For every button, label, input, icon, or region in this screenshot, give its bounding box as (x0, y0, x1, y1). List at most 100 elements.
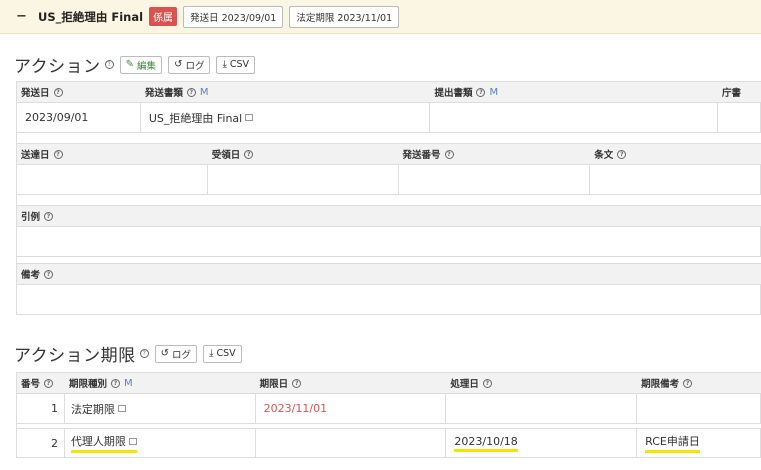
send-doc-header-label: 発送書類 (144, 88, 183, 99)
delivery-date-header-label: 送達日 (21, 150, 50, 161)
delivery-date-header: 送達日? (17, 147, 208, 161)
help-icon[interactable]: ? (482, 378, 492, 388)
done-date: 2023/10/18 (446, 429, 638, 457)
copy-icon[interactable] (128, 438, 137, 445)
help-icon[interactable]: ? (44, 378, 54, 388)
col-done-header: 処理日? (446, 376, 637, 390)
remarks-value-row (17, 285, 761, 315)
send-date-pill: 発送日 2023/09/01 (183, 5, 284, 28)
deadline-type[interactable]: 法定期限 (65, 394, 256, 423)
action-detail-grid: 発送日? 発送書類? M 提出書類? M 庁書 2023/09/01 US_拒絶理由… (16, 81, 761, 315)
article-header-label: 条文 (594, 150, 614, 161)
deadline-type-label[interactable]: 法定期限 (71, 401, 115, 417)
edit-button-label: 編集 (137, 60, 157, 72)
download-icon: ⤓ (209, 348, 214, 359)
send-date-header: 発送日? (17, 85, 141, 99)
highlighted-done-date: 2023/10/18 (454, 435, 518, 452)
col-number-header: 番号? (17, 376, 65, 390)
highlighted-note: RCE申請日 (645, 433, 700, 453)
delivery-date-value (17, 165, 208, 194)
submit-doc-header-label: 提出書類 (434, 88, 473, 99)
log-button[interactable]: ↺ ログ (168, 55, 211, 74)
help-icon[interactable]: ? (186, 87, 196, 97)
help-icon[interactable]: ? (292, 378, 302, 388)
article-value (590, 165, 761, 194)
copy-icon[interactable] (245, 114, 254, 121)
col-type-header: 期限種別? M (65, 376, 256, 391)
send-doc-header: 発送書類? M (141, 85, 431, 100)
col-note-header: 期限備考? (637, 376, 761, 390)
deadline-pill: 法定期限 2023/11/01 (289, 5, 400, 28)
send-doc-value[interactable]: US_拒絶理由 Final (141, 103, 431, 132)
action-row2-header: 送達日? 受領日? 発送番号? 条文? (17, 143, 761, 165)
send-doc-link[interactable]: US_拒絶理由 Final (149, 110, 242, 126)
table-row[interactable]: 2 代理人期限 2023/10/18 RCE申請日 (17, 428, 761, 458)
help-icon[interactable]: ? (444, 149, 454, 159)
help-icon[interactable]: ? (139, 349, 149, 358)
col-due-label: 期限日 (259, 379, 289, 390)
deadline-type[interactable]: 代理人期限 (65, 429, 256, 457)
help-icon[interactable]: ? (476, 87, 486, 97)
m-mark: M (123, 377, 133, 389)
dispatch-number-value (399, 165, 591, 194)
copy-icon[interactable] (117, 405, 126, 412)
col-type-label: 期限種別 (68, 379, 107, 390)
remarks-label: 備考 (21, 270, 41, 281)
submit-doc-header: 提出書類? M (430, 85, 718, 100)
m-mark: M (199, 86, 209, 98)
remarks-header: 備考? (17, 263, 761, 285)
log-button-label: ログ (185, 60, 205, 72)
remarks-value (17, 285, 761, 314)
action-section-header: アクション ? ✎ 編集 ↺ ログ ⤓ CSV (14, 52, 256, 77)
help-icon[interactable]: ? (53, 149, 63, 159)
due-date (256, 429, 447, 457)
help-icon[interactable]: ? (53, 87, 63, 97)
action-row1-header: 発送日? 発送書類? M 提出書類? M 庁書 (17, 81, 761, 103)
collapse-icon[interactable]: − (16, 9, 30, 24)
deadline-note: RCE申請日 (637, 429, 761, 457)
deadline-csv-button[interactable]: ⤓ CSV (203, 344, 242, 363)
col-note-label: 期限備考 (641, 379, 680, 390)
remarks-header-cell: 備考? (17, 267, 761, 281)
citation-value (17, 227, 761, 256)
deadline-section-title: アクション期限 (14, 346, 136, 366)
deadline-type-label[interactable]: 代理人期限 (71, 435, 126, 448)
csv-button[interactable]: ⤓ CSV (216, 55, 256, 74)
done-date (446, 394, 638, 423)
office-doc-header-label: 庁書 (722, 88, 742, 99)
receipt-date-header: 受領日? (208, 147, 399, 161)
action-row1-values: 2023/09/01 US_拒絶理由 Final (17, 103, 761, 133)
send-date-value: 2023/09/01 (17, 103, 141, 132)
submit-doc-value (430, 103, 719, 132)
citation-label: 引例 (21, 212, 41, 223)
office-doc-header: 庁書 (718, 85, 761, 99)
highlighted-text[interactable]: 代理人期限 (70, 433, 137, 453)
deadline-csv-label: CSV (216, 348, 236, 359)
due-date: 2023/11/01 (256, 394, 447, 423)
table-row[interactable]: 1 法定期限 2023/11/01 (17, 394, 761, 424)
dispatch-number-header: 発送番号? (399, 147, 591, 161)
help-icon[interactable]: ? (110, 378, 120, 388)
edit-icon: ✎ (125, 59, 135, 70)
history-icon: ↺ (160, 348, 170, 359)
help-icon[interactable]: ? (617, 149, 627, 159)
send-date-header-label: 発送日 (21, 88, 50, 99)
edit-button[interactable]: ✎ 編集 (119, 55, 163, 74)
help-icon[interactable]: ? (104, 60, 114, 69)
receipt-date-header-label: 受領日 (211, 150, 241, 161)
history-icon: ↺ (174, 59, 183, 70)
status-badge: 係属 (149, 7, 178, 26)
help-icon[interactable]: ? (244, 149, 254, 159)
citation-header-cell: 引例? (17, 209, 761, 223)
col-done-label: 処理日 (450, 379, 479, 390)
help-icon[interactable]: ? (683, 378, 693, 388)
deadline-log-button[interactable]: ↺ ログ (154, 344, 198, 363)
help-icon[interactable]: ? (44, 211, 54, 221)
row-number: 1 (17, 394, 65, 423)
help-icon[interactable]: ? (44, 269, 54, 279)
deadline-log-label: ログ (172, 349, 192, 361)
dispatch-number-header-label: 発送番号 (402, 150, 441, 161)
citation-value-row (17, 227, 761, 257)
col-due-header: 期限日? (256, 376, 447, 390)
citation-header: 引例? (17, 205, 761, 227)
